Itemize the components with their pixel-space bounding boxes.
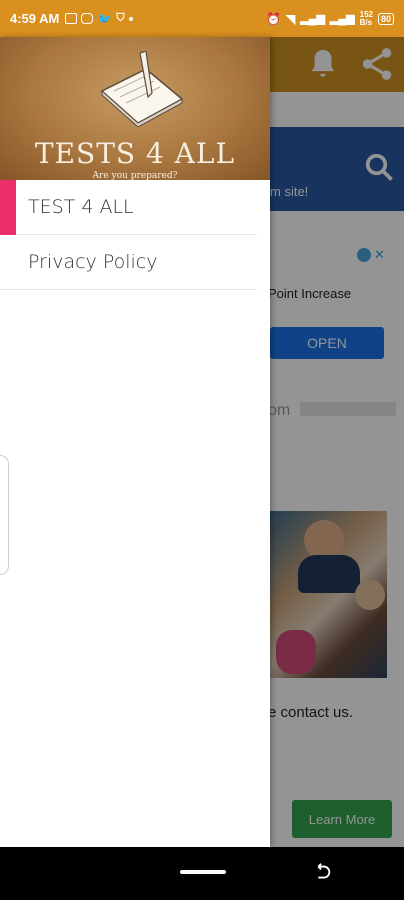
signal-2-icon: ▂▄▆	[329, 13, 355, 25]
notification-icons: 🐦 ⛉	[65, 11, 133, 26]
twitter-icon: 🐦	[97, 11, 113, 26]
drawer-item-label: Privacy Policy	[28, 251, 158, 273]
drawer-item-label: TEST 4 ALL	[28, 196, 134, 218]
net-speed: 152 B/s	[359, 9, 373, 27]
wifi-icon: ◥	[285, 11, 296, 26]
paper-pencil-logo-icon	[100, 51, 184, 127]
more-notifications-icon	[128, 16, 133, 21]
edge-handle[interactable]	[0, 455, 9, 575]
shield-icon: ⛉	[116, 12, 125, 24]
drawer-item-test-4-all[interactable]: TEST 4 ALL	[0, 180, 257, 235]
status-time: 4:59 AM	[10, 11, 60, 26]
alarm-icon: ⏰	[266, 11, 281, 26]
navigation-drawer: TESTS 4 ALL Are you prepared? TEST 4 ALL…	[0, 37, 270, 847]
active-indicator	[0, 180, 16, 235]
drawer-header: TESTS 4 ALL Are you prepared?	[0, 37, 270, 181]
instagram-icon	[81, 13, 94, 24]
signal-icon: ▂▄▆	[300, 13, 325, 25]
message-icon	[65, 13, 78, 24]
drawer-item-privacy-policy[interactable]: Privacy Policy	[0, 235, 257, 290]
battery-icon: 80	[377, 12, 394, 25]
status-bar: 4:59 AM 🐦 ⛉ ⏰ ◥ ▂▄▆ ▂▄▆ 152 B/s 80	[0, 0, 404, 37]
home-gesture-handle[interactable]	[180, 870, 226, 874]
system-icons: ⏰ ◥ ▂▄▆ ▂▄▆ 152 B/s 80	[266, 9, 394, 27]
logo-title: TESTS 4 ALL	[34, 137, 236, 170]
screen: { "status_bar": { "time": "4:59 AM", "ba…	[0, 0, 404, 900]
back-icon[interactable]	[311, 862, 333, 884]
